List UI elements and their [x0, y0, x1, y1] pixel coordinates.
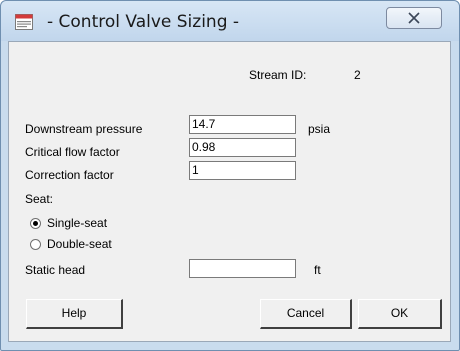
- double-seat-radio[interactable]: [30, 239, 41, 250]
- static-head-label: Static head: [25, 263, 86, 277]
- critical-flow-factor-label: Critical flow factor: [25, 145, 120, 159]
- correction-factor-label: Correction factor: [25, 168, 114, 182]
- static-head-unit-label: ft: [314, 263, 321, 277]
- dialog-window: - Control Valve Sizing - Stream ID: 2 Do…: [0, 0, 460, 351]
- ok-button[interactable]: OK: [358, 299, 442, 329]
- pressure-unit-label: psia: [308, 122, 331, 136]
- correction-factor-input[interactable]: 1: [189, 161, 296, 180]
- stream-id-value: 2: [354, 68, 361, 82]
- close-x-icon: [408, 12, 420, 24]
- downstream-pressure-input[interactable]: 14.7: [189, 115, 296, 134]
- document-app-icon: [15, 14, 33, 30]
- dialog-body: Stream ID: 2 Downstream pressure 14.7 ps…: [8, 41, 451, 342]
- cancel-button[interactable]: Cancel: [260, 299, 352, 329]
- title-bar[interactable]: - Control Valve Sizing -: [1, 1, 459, 41]
- close-button[interactable]: [386, 7, 442, 29]
- single-seat-label[interactable]: Single-seat: [47, 216, 107, 230]
- double-seat-label: Double-seat: [47, 237, 112, 251]
- seat-label: Seat:: [25, 192, 54, 206]
- help-button[interactable]: Help: [26, 299, 123, 329]
- radio-selected-dot: [33, 221, 38, 226]
- window-title: - Control Valve Sizing -: [47, 12, 240, 32]
- critical-flow-factor-input[interactable]: 0.98: [189, 138, 296, 157]
- single-seat-radio[interactable]: [30, 218, 41, 229]
- stream-id-label: Stream ID:: [249, 68, 307, 82]
- static-head-input[interactable]: [189, 259, 296, 278]
- downstream-pressure-label: Downstream pressure: [25, 122, 143, 136]
